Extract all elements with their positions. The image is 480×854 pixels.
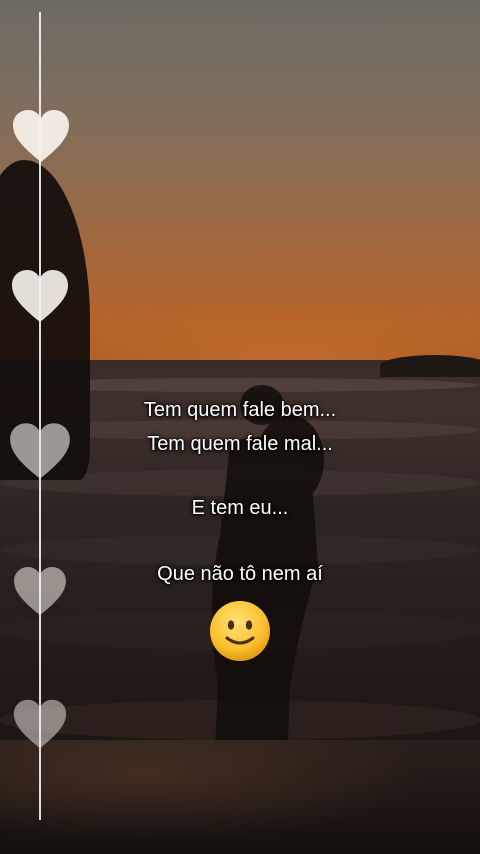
heart-icon [12, 697, 68, 753]
video-frame: Tem quem fale bem... Tem quem fale mal..… [0, 0, 480, 854]
caption-line-1: Tem quem fale bem... [143, 399, 337, 421]
caption-line-4: Que não tô nem aí [157, 563, 323, 585]
heart-icon [10, 270, 70, 324]
slightly-smiling-face-icon [209, 600, 271, 662]
distant-rock [380, 355, 480, 377]
heart-icon [11, 110, 71, 164]
caption-line-2: Tem quem fale mal... [147, 433, 333, 455]
caption-line-3: E tem eu... [191, 497, 289, 519]
foreground-rocks [0, 740, 480, 854]
